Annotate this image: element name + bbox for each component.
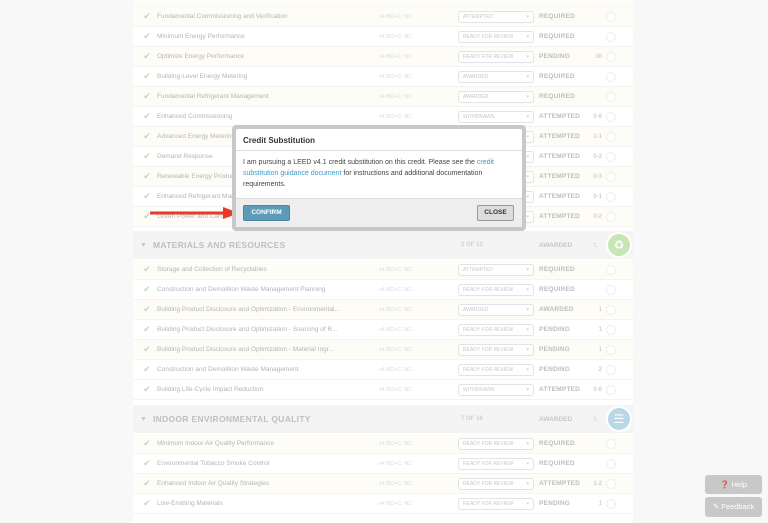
- red-arrow-icon: [150, 207, 239, 219]
- feedback-button[interactable]: ✎ Feedback: [705, 497, 762, 517]
- close-button[interactable]: CLOSE: [477, 205, 514, 221]
- help-label: Help: [731, 480, 747, 489]
- modal-body-text: I am pursuing a LEED v4.1 credit substit…: [243, 159, 477, 166]
- modal-title: Credit Substitution: [243, 136, 315, 145]
- help-icon: ❓: [720, 480, 730, 489]
- modal-footer: CONFIRM CLOSE: [236, 198, 522, 227]
- credit-substitution-modal: Credit Substitution I am pursuing a LEED…: [236, 129, 522, 227]
- feedback-label: Feedback: [721, 502, 755, 511]
- modal-body: I am pursuing a LEED v4.1 credit substit…: [236, 151, 522, 196]
- modal-header: Credit Substitution: [236, 129, 522, 151]
- confirm-button[interactable]: CONFIRM: [243, 205, 290, 221]
- help-button[interactable]: ❓ Help: [705, 475, 762, 494]
- feedback-icon: ✎: [712, 502, 720, 511]
- modal-backdrop: [0, 0, 768, 523]
